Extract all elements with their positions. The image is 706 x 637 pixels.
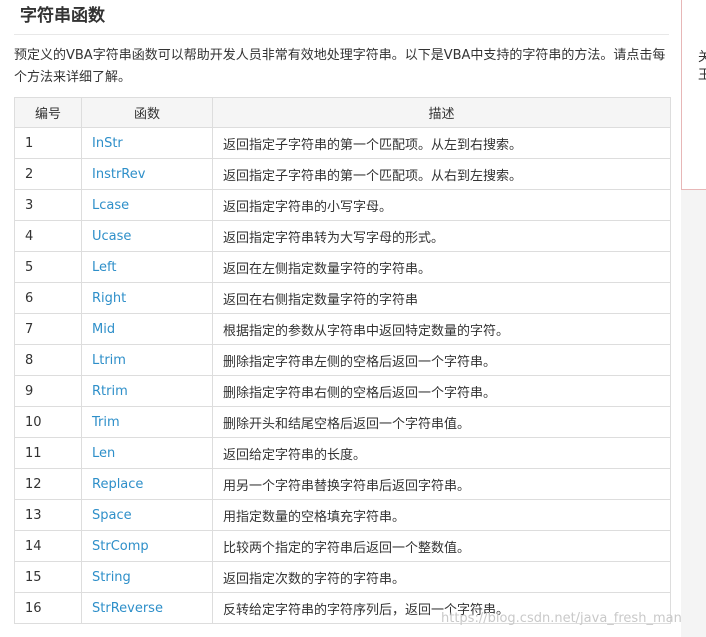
function-link[interactable]: StrComp — [81, 530, 213, 562]
table-row: 6 Right 返回在右侧指定数量字符的字符串 — [14, 282, 671, 314]
row-number: 4 — [14, 220, 82, 252]
function-description: 删除开头和结尾空格后返回一个字符串值。 — [212, 406, 671, 438]
row-number: 8 — [14, 344, 82, 376]
row-number: 1 — [14, 127, 82, 159]
row-number: 2 — [14, 158, 82, 190]
header-function: 函数 — [81, 97, 213, 128]
table-row: 8 Ltrim 删除指定字符串左侧的空格后返回一个字符串。 — [14, 344, 671, 376]
row-number: 14 — [14, 530, 82, 562]
row-number: 16 — [14, 592, 82, 624]
function-description: 返回指定字符串的小写字母。 — [212, 189, 671, 221]
function-description: 返回指定子字符串的第一个匹配项。从左到右搜索。 — [212, 127, 671, 159]
table-row: 1 InStr 返回指定子字符串的第一个匹配项。从左到右搜索。 — [14, 127, 671, 159]
function-link[interactable]: Space — [81, 499, 213, 531]
header-number: 编号 — [14, 97, 82, 128]
table-row: 9 Rtrim 删除指定字符串右侧的空格后返回一个字符串。 — [14, 375, 671, 407]
row-number: 5 — [14, 251, 82, 283]
function-link[interactable]: Right — [81, 282, 213, 314]
function-link[interactable]: Ucase — [81, 220, 213, 252]
function-description: 返回在左侧指定数量字符的字符串。 — [212, 251, 671, 283]
row-number: 15 — [14, 561, 82, 593]
table-header-row: 编号 函数 描述 — [14, 97, 671, 128]
function-link[interactable]: Left — [81, 251, 213, 283]
function-link[interactable]: Trim — [81, 406, 213, 438]
table-row: 13 Space 用指定数量的空格填充字符串。 — [14, 499, 671, 531]
row-number: 12 — [14, 468, 82, 500]
row-number: 7 — [14, 313, 82, 345]
function-link[interactable]: InstrRev — [81, 158, 213, 190]
page-title: 字符串函数 — [20, 6, 105, 26]
table-row: 2 InstrRev 返回指定子字符串的第一个匹配项。从右到左搜索。 — [14, 158, 671, 190]
function-description: 用指定数量的空格填充字符串。 — [212, 499, 671, 531]
function-link[interactable]: InStr — [81, 127, 213, 159]
title-divider — [14, 34, 669, 35]
table-row: 12 Replace 用另一个字符串替换字符串后返回字符串。 — [14, 468, 671, 500]
row-number: 6 — [14, 282, 82, 314]
function-link[interactable]: StrReverse — [81, 592, 213, 624]
row-number: 13 — [14, 499, 82, 531]
table-row: 5 Left 返回在左侧指定数量字符的字符串。 — [14, 251, 671, 283]
function-description: 比较两个指定的字符串后返回一个整数值。 — [212, 530, 671, 562]
function-link[interactable]: Len — [81, 437, 213, 469]
table-row: 4 Ucase 返回指定字符串转为大写字母的形式。 — [14, 220, 671, 252]
function-description: 删除指定字符串右侧的空格后返回一个字符串。 — [212, 375, 671, 407]
header-description: 描述 — [212, 97, 671, 128]
table-row: 3 Lcase 返回指定字符串的小写字母。 — [14, 189, 671, 221]
intro-paragraph: 预定义的VBA字符串函数可以帮助开发人员非常有效地处理字符串。以下是VBA中支持… — [14, 48, 666, 85]
string-functions-table: 编号 函数 描述 1 InStr 返回指定子字符串的第一个匹配项。从左到右搜索。 2 I… — [14, 97, 671, 624]
row-number: 10 — [14, 406, 82, 438]
sidebar-text: 关 王 — [698, 49, 706, 85]
function-link[interactable]: Replace — [81, 468, 213, 500]
article-main: 字符串函数 预定义的VBA字符串函数可以帮助开发人员非常有效地处理字符串。以下是… — [0, 0, 682, 637]
function-description: 用另一个字符串替换字符串后返回字符串。 — [212, 468, 671, 500]
table-row: 14 StrComp 比较两个指定的字符串后返回一个整数值。 — [14, 530, 671, 562]
table-row: 10 Trim 删除开头和结尾空格后返回一个字符串值。 — [14, 406, 671, 438]
table-row: 15 String 返回指定次数的字符的字符串。 — [14, 561, 671, 593]
function-description: 返回指定子字符串的第一个匹配项。从右到左搜索。 — [212, 158, 671, 190]
function-description: 根据指定的参数从字符串中返回特定数量的字符。 — [212, 313, 671, 345]
row-number: 11 — [14, 437, 82, 469]
function-link[interactable]: String — [81, 561, 213, 593]
row-number: 9 — [14, 375, 82, 407]
function-description: 返回指定字符串转为大写字母的形式。 — [212, 220, 671, 252]
function-description: 返回给定字符串的长度。 — [212, 437, 671, 469]
function-description: 返回在右侧指定数量字符的字符串 — [212, 282, 671, 314]
table-row: 11 Len 返回给定字符串的长度。 — [14, 437, 671, 469]
function-link[interactable]: Rtrim — [81, 375, 213, 407]
function-link[interactable]: Mid — [81, 313, 213, 345]
table-row: 7 Mid 根据指定的参数从字符串中返回特定数量的字符。 — [14, 313, 671, 345]
function-description: 返回指定次数的字符的字符串。 — [212, 561, 671, 593]
function-link[interactable]: Lcase — [81, 189, 213, 221]
function-description: 删除指定字符串左侧的空格后返回一个字符串。 — [212, 344, 671, 376]
watermark: https://blog.csdn.net/java_fresh_man — [441, 611, 682, 626]
function-link[interactable]: Ltrim — [81, 344, 213, 376]
right-sidebar-panel: 关 王 — [681, 0, 706, 190]
table-body: 1 InStr 返回指定子字符串的第一个匹配项。从左到右搜索。 2 InstrRev 返回… — [14, 127, 671, 624]
row-number: 3 — [14, 189, 82, 221]
